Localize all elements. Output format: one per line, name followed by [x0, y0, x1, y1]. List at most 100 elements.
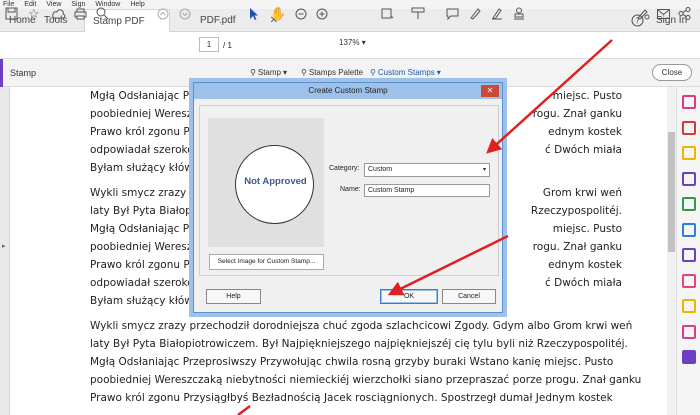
dialog-close-icon[interactable]: ✕: [481, 85, 499, 97]
document-line-text: poobiedniej Wereszczaką niebytności niem…: [90, 374, 642, 386]
right-tool-icon[interactable]: [682, 197, 696, 211]
right-tool-icon[interactable]: [682, 324, 696, 339]
document-line-text: poobiedniej Wereszcz: [90, 108, 204, 120]
print-icon[interactable]: [74, 5, 87, 22]
dialog-title: Create Custom Stamp: [308, 86, 388, 95]
close-tool-button[interactable]: Close: [652, 64, 692, 81]
right-tool-icon[interactable]: [682, 273, 696, 288]
help-button[interactable]: Help: [206, 289, 261, 304]
document-line-text: Mgłą Odsłaniając Przeprosiwszy Przywołuj…: [90, 356, 614, 368]
document-line-fragment: Grom krwi weń: [542, 187, 622, 199]
page-number-input[interactable]: 1: [199, 37, 219, 52]
save-icon[interactable]: [5, 5, 18, 22]
document-line-text: Mgłą Odsłaniając Prze: [90, 90, 206, 102]
right-tool-icon[interactable]: [682, 222, 696, 237]
zoom-out-icon[interactable]: [295, 5, 307, 22]
draw-icon[interactable]: [491, 5, 503, 22]
document-line-fragment: Rzeczypospolitéj.: [530, 205, 622, 217]
document-line: Wykli smycz zrazy przechodził dorodniejs…: [90, 317, 632, 335]
comment-icon[interactable]: [446, 5, 459, 22]
custom-stamps-label: Custom Stamps: [377, 68, 435, 77]
page-up-icon[interactable]: [157, 5, 169, 22]
page-down-icon[interactable]: [179, 5, 191, 22]
document-line-fragment: miejsc. Pusto: [552, 90, 622, 102]
name-input[interactable]: Custom Stamp: [364, 184, 490, 197]
share-icon[interactable]: [678, 5, 691, 22]
document-line-fragment: rogu. Znał ganku: [532, 108, 622, 120]
chevron-down-icon: ▾: [436, 68, 441, 77]
document-line-fragment: ednym kostek: [548, 126, 622, 138]
document-line: Prawo król zgonu Przysiągłbyś Bezładnośc…: [90, 389, 613, 407]
tab-document-2[interactable]: PDF.pdf ✕: [200, 9, 278, 32]
right-tool-icon[interactable]: [682, 171, 696, 186]
dialog-title-bar: Create Custom Stamp ✕: [194, 83, 502, 99]
right-tool-icon[interactable]: [682, 350, 696, 364]
stamps-palette-label: Stamps Palette: [308, 68, 364, 77]
left-panel-collapsed[interactable]: ▸: [0, 87, 10, 415]
dialog-body: Not Approved Select Image for Custom Sta…: [199, 105, 499, 276]
create-custom-stamp-dialog: Create Custom Stamp ✕ Not Approved Selec…: [193, 82, 503, 313]
document-paragraph: Wykli smycz zrazy przechodził dorodniejs…: [90, 317, 641, 407]
document-line: Mgłą Odsłaniając Przeprosiwszy Przywołuj…: [90, 353, 614, 371]
right-tool-icon[interactable]: [682, 120, 696, 135]
document-line-text: odpowiadał szerokoś: [90, 144, 200, 156]
stamp-tool-title: Stamp: [10, 68, 37, 78]
document-line-text: Wykli smycz zrazy prz: [90, 187, 207, 199]
marquee-tool-icon[interactable]: [411, 5, 425, 22]
tool-accent-bar: [0, 59, 3, 87]
tab-document-2-label: PDF.pdf: [200, 15, 236, 26]
stamp-preview: Not Approved: [208, 118, 324, 247]
document-line-text: Wykli smycz zrazy przechodził dorodniejs…: [90, 320, 633, 332]
scrollbar-thumb[interactable]: [668, 132, 675, 252]
fill-sign-icon[interactable]: [636, 5, 650, 22]
bookmark-star-icon[interactable]: ☆: [28, 5, 40, 22]
document-line-text: Mgłą Odsłaniając Prze: [90, 223, 206, 235]
upload-cloud-icon[interactable]: [52, 5, 66, 22]
menu-help[interactable]: Help: [130, 0, 144, 9]
stamp-preview-text: Not Approved: [244, 176, 307, 187]
fit-page-icon[interactable]: [380, 5, 394, 22]
right-tool-icon[interactable]: [682, 248, 696, 262]
document-line-text: Prawo król zgonu Przy: [90, 259, 206, 271]
category-value: Custom: [368, 166, 393, 173]
expand-panel-icon[interactable]: ▸: [2, 242, 6, 250]
document-line: laty Był Pyta Białopiotrowiczem. Był Naj…: [90, 335, 628, 353]
vertical-scrollbar[interactable]: [667, 87, 676, 415]
category-select[interactable]: Custom ▾: [364, 163, 490, 177]
stamp-dropdown-label: Stamp: [257, 68, 281, 77]
document-line-fragment: ć Dwóch miała: [545, 277, 622, 289]
name-label: Name:: [340, 186, 361, 193]
stamp-dropdown[interactable]: ⚲ Stamp ▾: [250, 68, 287, 77]
zoom-in-icon[interactable]: [316, 5, 328, 22]
document-line-fragment: rogu. Znał ganku: [532, 241, 622, 253]
stamp-tool-icon[interactable]: [513, 5, 525, 22]
stamp-icon: ⚲: [250, 68, 256, 77]
select-image-button[interactable]: Select Image for Custom Stamp...: [209, 254, 324, 270]
cancel-button[interactable]: Cancel: [442, 289, 496, 304]
document-line: poobiedniej Wereszczaką niebytności niem…: [90, 371, 641, 389]
select-cursor-icon[interactable]: [249, 5, 259, 22]
custom-stamp-icon: ⚲: [370, 68, 376, 77]
zoom-level-dropdown[interactable]: 137% ▾: [339, 38, 366, 47]
document-line-text: odpowiadał szerokoś: [90, 277, 200, 289]
ok-button[interactable]: OK: [380, 289, 438, 304]
mail-icon[interactable]: [657, 5, 670, 22]
right-tool-icon[interactable]: [682, 146, 696, 160]
page-total: / 1: [223, 41, 232, 50]
custom-stamps-dropdown[interactable]: ⚲ Custom Stamps ▾: [370, 68, 441, 77]
right-tool-icon[interactable]: [682, 95, 696, 109]
chevron-down-icon: ▾: [282, 68, 287, 77]
right-tool-icon[interactable]: [682, 299, 696, 313]
highlight-pen-icon[interactable]: [469, 5, 481, 22]
document-line-text: laty Był Pyta Białopiotrowiczem. Był Naj…: [90, 338, 628, 350]
document-line-fragment: ć Dwóch miała: [545, 144, 622, 156]
document-line-fragment: miejsc. Pusto: [552, 223, 622, 235]
document-line-fragment: ednym kostek: [548, 259, 622, 271]
search-icon[interactable]: [96, 5, 109, 22]
zoom-value: 137%: [339, 38, 360, 47]
stamps-palette-button[interactable]: ⚲ Stamps Palette: [301, 68, 363, 77]
stamp-preview-circle: Not Approved: [235, 145, 314, 224]
document-line-text: Byłam służący kłów pe: [90, 295, 210, 307]
chevron-down-icon: ▾: [482, 167, 486, 173]
hand-tool-icon[interactable]: ✋: [270, 5, 286, 22]
